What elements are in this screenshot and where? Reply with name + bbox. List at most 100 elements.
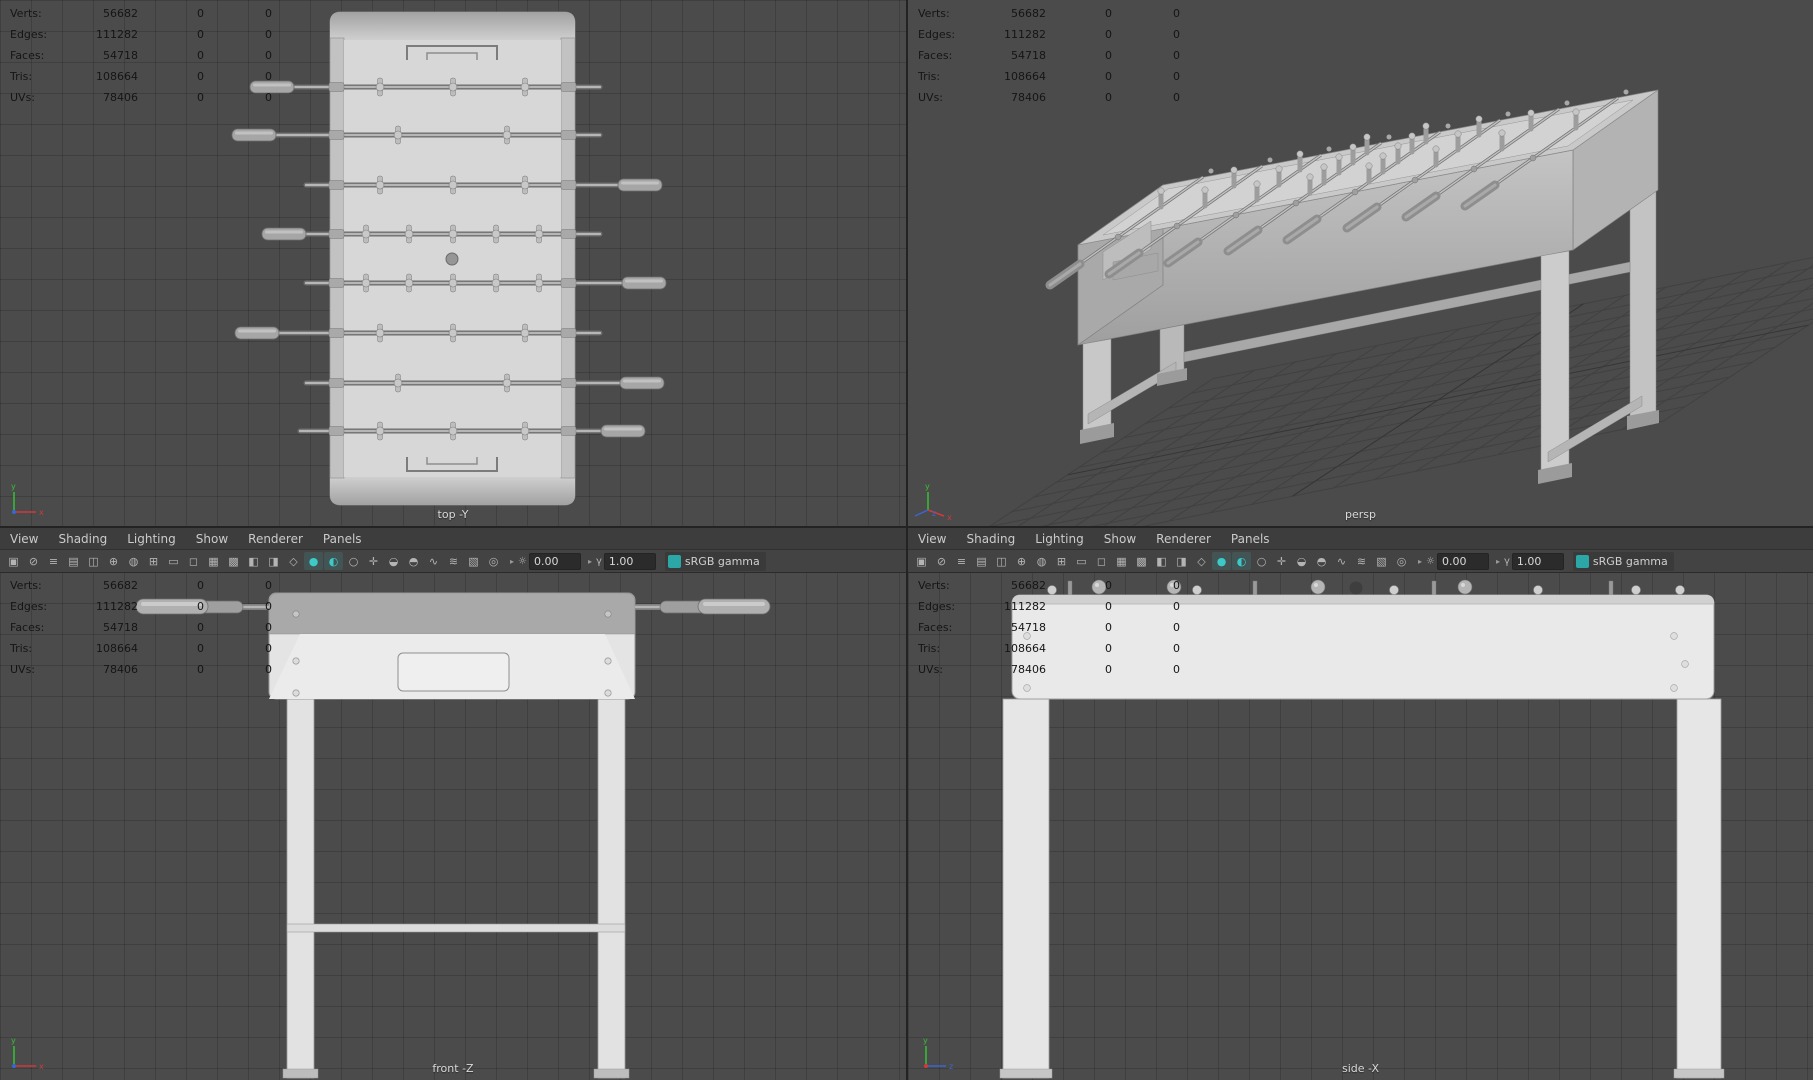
menu-item-show[interactable]: Show (1094, 528, 1146, 549)
exposure-icon: ☼ (1426, 555, 1435, 567)
ball (445, 252, 459, 266)
xray-icon[interactable]: ▧ (1372, 552, 1391, 570)
motion-blur-icon[interactable]: ∿ (424, 552, 443, 570)
hud-row: Verts: 56682 0 0 (10, 579, 272, 592)
colorspace-icon (1575, 554, 1589, 568)
resolution-gate-icon[interactable]: ◻ (1092, 552, 1111, 570)
oversampling-icon[interactable]: ◍ (1032, 552, 1051, 570)
axis-y-label: y (11, 1036, 16, 1045)
shaded-icon[interactable]: ● (304, 552, 323, 570)
gamma-icon: γ (596, 555, 602, 567)
lock-camera-icon[interactable]: ⊘ (932, 552, 951, 570)
resolution-gate-icon[interactable]: ◻ (184, 552, 203, 570)
safe-action-icon[interactable]: ◧ (1152, 552, 1171, 570)
select-camera-icon[interactable]: ▣ (4, 552, 23, 570)
expand-caret-icon[interactable]: ▸ (586, 557, 594, 566)
hud-row: UVs: 78406 0 0 (10, 663, 272, 676)
hud-row: Faces: 54718 0 0 (918, 49, 1180, 62)
colorspace-control[interactable]: sRGB gamma (1572, 551, 1674, 571)
menu-item-lighting[interactable]: Lighting (117, 528, 186, 549)
menu-item-view[interactable]: View (908, 528, 956, 549)
grid-icon[interactable]: ⊞ (144, 552, 163, 570)
safe-title-icon[interactable]: ◨ (264, 552, 283, 570)
menu-item-panels[interactable]: Panels (1221, 528, 1280, 549)
gamma-field[interactable]: 1.00 (1511, 552, 1564, 570)
gamma-field[interactable]: 1.00 (603, 552, 656, 570)
score-panel (397, 652, 510, 692)
shadows-icon[interactable]: ◒ (1292, 552, 1311, 570)
textured-icon[interactable]: ◐ (324, 552, 343, 570)
ambient-occlusion-icon[interactable]: ◓ (404, 552, 423, 570)
shaded-icon[interactable]: ● (1212, 552, 1231, 570)
leg-crossbar (286, 923, 626, 933)
menu-item-lighting[interactable]: Lighting (1025, 528, 1094, 549)
film-gate-icon[interactable]: ▭ (1072, 552, 1091, 570)
hud-row: UVs: 78406 0 0 (10, 91, 272, 104)
expand-caret-icon[interactable]: ▸ (1494, 557, 1502, 566)
side-viewport-canvas[interactable]: Verts: 56682 0 0 Edges: 111282 0 0 Faces… (908, 572, 1813, 1080)
pan-zoom-icon[interactable]: ⊕ (104, 552, 123, 570)
top-viewport-canvas[interactable]: Verts: 56682 0 0 Edges: 111282 0 0 Faces… (0, 0, 906, 526)
xray-icon[interactable]: ▧ (464, 552, 483, 570)
isolate-select-icon[interactable]: ◎ (484, 552, 503, 570)
field-chart-icon[interactable]: ▩ (224, 552, 243, 570)
default-material-icon[interactable]: ○ (344, 552, 363, 570)
ambient-occlusion-icon[interactable]: ◓ (1312, 552, 1331, 570)
hud-row: Verts: 56682 0 0 (918, 579, 1180, 592)
multisample-icon[interactable]: ≋ (444, 552, 463, 570)
hud-row: Edges: 111282 0 0 (10, 28, 272, 41)
multisample-icon[interactable]: ≋ (1352, 552, 1371, 570)
isolate-select-icon[interactable]: ◎ (1392, 552, 1411, 570)
gate-mask-icon[interactable]: ▦ (204, 552, 223, 570)
front-viewport-canvas[interactable]: Verts: 56682 0 0 Edges: 111282 0 0 Faces… (0, 572, 906, 1080)
menu-item-shading[interactable]: Shading (48, 528, 117, 549)
film-gate-icon[interactable]: ▭ (164, 552, 183, 570)
motion-blur-icon[interactable]: ∿ (1332, 552, 1351, 570)
grid-icon[interactable]: ⊞ (1052, 552, 1071, 570)
panel-menu-bar: View Shading Lighting Show Renderer Panels (908, 528, 1813, 550)
safe-title-icon[interactable]: ◨ (1172, 552, 1191, 570)
menu-item-panels[interactable]: Panels (313, 528, 372, 549)
lock-camera-icon[interactable]: ⊘ (24, 552, 43, 570)
poly-count-hud: Verts: 56682 0 0 Edges: 111282 0 0 Faces… (918, 3, 1180, 108)
menu-item-renderer[interactable]: Renderer (238, 528, 313, 549)
wireframe-icon[interactable]: ◇ (284, 552, 303, 570)
bookmark-icon[interactable]: ▤ (972, 552, 991, 570)
textured-icon[interactable]: ◐ (1232, 552, 1251, 570)
all-lights-icon[interactable]: ✛ (364, 552, 383, 570)
select-camera-icon[interactable]: ▣ (912, 552, 931, 570)
hud-row: Tris: 108664 0 0 (10, 642, 272, 655)
menu-item-show[interactable]: Show (186, 528, 238, 549)
hud-row: Edges: 111282 0 0 (918, 28, 1180, 41)
expand-caret-icon[interactable]: ▸ (1416, 557, 1424, 566)
bookmark-icon[interactable]: ▤ (64, 552, 83, 570)
hud-row: UVs: 78406 0 0 (918, 91, 1180, 104)
panel-toolbar: ▣ ⊘ ≡ ▤ ◫ ⊕ ◍ ⊞ ▭ ◻ ▦ ▩ ◧ ◨ ◇ ● ◐ ○ ✛ ◒ ◓ ∿ ≋ ▧ ◎ ▸ ☼ 0.00 ▸ γ 1… (0, 550, 906, 573)
wireframe-icon[interactable]: ◇ (1192, 552, 1211, 570)
axis-y-label: y (925, 482, 930, 491)
camera-attributes-icon[interactable]: ≡ (44, 552, 63, 570)
gate-mask-icon[interactable]: ▦ (1112, 552, 1131, 570)
menu-item-view[interactable]: View (0, 528, 48, 549)
all-lights-icon[interactable]: ✛ (1272, 552, 1291, 570)
expand-caret-icon[interactable]: ▸ (508, 557, 516, 566)
camera-attributes-icon[interactable]: ≡ (952, 552, 971, 570)
menu-item-shading[interactable]: Shading (956, 528, 1025, 549)
exposure-field[interactable]: 0.00 (528, 552, 581, 570)
menu-item-renderer[interactable]: Renderer (1146, 528, 1221, 549)
viewport-label: persp (1345, 508, 1376, 521)
image-plane-icon[interactable]: ◫ (84, 552, 103, 570)
persp-viewport-canvas[interactable]: Verts: 56682 0 0 Edges: 111282 0 0 Faces… (908, 0, 1813, 526)
table-persp (1045, 89, 1659, 484)
shadows-icon[interactable]: ◒ (384, 552, 403, 570)
ball (1349, 581, 1363, 595)
field-chart-icon[interactable]: ▩ (1132, 552, 1151, 570)
pan-zoom-icon[interactable]: ⊕ (1012, 552, 1031, 570)
safe-action-icon[interactable]: ◧ (244, 552, 263, 570)
poly-count-hud: Verts: 56682 0 0 Edges: 111282 0 0 Faces… (918, 575, 1180, 680)
image-plane-icon[interactable]: ◫ (992, 552, 1011, 570)
exposure-field[interactable]: 0.00 (1436, 552, 1489, 570)
colorspace-control[interactable]: sRGB gamma (664, 551, 766, 571)
oversampling-icon[interactable]: ◍ (124, 552, 143, 570)
default-material-icon[interactable]: ○ (1252, 552, 1271, 570)
